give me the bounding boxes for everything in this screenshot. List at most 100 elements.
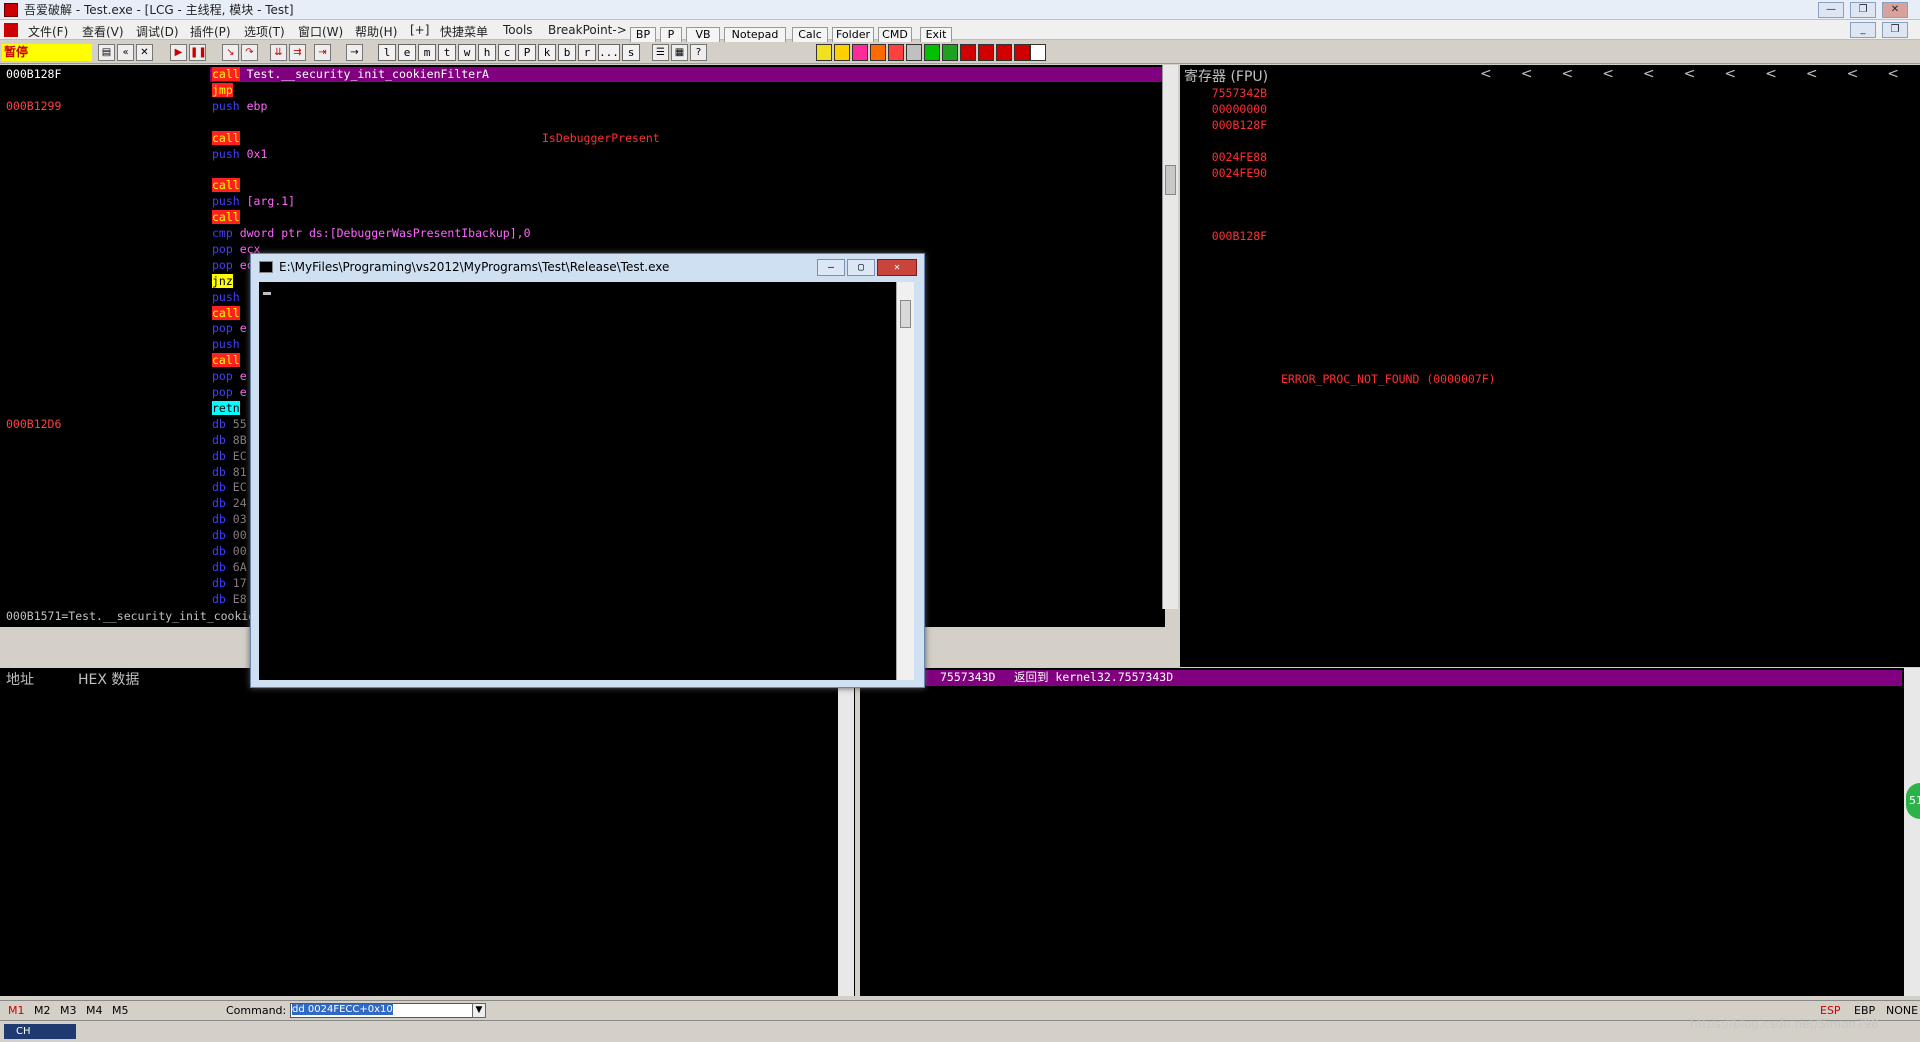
console-output[interactable] bbox=[259, 282, 896, 680]
goto-icon[interactable]: → bbox=[346, 44, 363, 61]
stack-row[interactable]: 0024FEC4 77354DCD SE处理程序 bbox=[862, 908, 1902, 925]
menu-view[interactable]: 查看(V) bbox=[82, 23, 124, 40]
memory-tab-m4[interactable]: M4 bbox=[86, 1004, 103, 1017]
cpu-row[interactable]: 000B12AE |. FF75 08 push [arg.1] bbox=[0, 194, 1165, 210]
register-nav-arrows[interactable]: <<<<<<<<<<<<< bbox=[1480, 66, 1920, 82]
menu-window[interactable]: 窗口(W) bbox=[298, 23, 343, 40]
console-close-button[interactable]: ✕ bbox=[877, 259, 917, 276]
cpu-row[interactable]: 000B12B1 |. E8 4C050000 call Test.__crtUnha… bbox=[0, 210, 1165, 226]
pause-icon[interactable]: ❚❚ bbox=[189, 44, 207, 61]
plugin-icon-6[interactable] bbox=[906, 44, 922, 61]
list-icon[interactable]: ☰ bbox=[652, 44, 669, 61]
stack-row[interactable]: 0024FE98 7EFDE000 bbox=[862, 733, 1902, 750]
menu-options[interactable]: 选项(T) bbox=[244, 23, 285, 40]
quick-cmd-button[interactable]: CMD bbox=[878, 27, 912, 43]
dump-scrollbar[interactable] bbox=[838, 688, 854, 996]
memory-tab-m5[interactable]: M5 bbox=[112, 1004, 129, 1017]
console-scrollbar-thumb[interactable] bbox=[900, 300, 911, 328]
command-input[interactable]: dd 0024FECC+0x10 bbox=[290, 1003, 485, 1018]
menu-shortcuts[interactable]: 快捷菜单 bbox=[440, 23, 488, 40]
run-trace-button[interactable]: ... bbox=[598, 44, 620, 61]
quick-p-button[interactable]: P bbox=[660, 27, 682, 43]
maximize-button[interactable]: ❐ bbox=[1850, 2, 1876, 18]
stack-row[interactable]: 0024FEC8 01980757 bbox=[862, 924, 1902, 941]
close-program-icon[interactable]: ✕ bbox=[136, 44, 153, 61]
plugin-icon-5[interactable] bbox=[888, 44, 904, 61]
menu-plugins[interactable]: 插件(P) bbox=[190, 23, 231, 40]
stack-row[interactable]: 0024FEB0 77157C7F 返回到 ntdll.77157C7F 来自 nt… bbox=[862, 829, 1902, 845]
follow-none-button[interactable]: NONE bbox=[1886, 1004, 1918, 1017]
memory-tab-m2[interactable]: M2 bbox=[34, 1004, 51, 1017]
threads-window-button[interactable]: t bbox=[438, 44, 456, 61]
plugin-icon-2[interactable] bbox=[834, 44, 850, 61]
plugin-icon-11[interactable] bbox=[996, 44, 1012, 61]
menu-file[interactable]: 文件(F) bbox=[28, 23, 68, 40]
plugin-icon-1[interactable] bbox=[816, 44, 832, 61]
handles-window-button[interactable]: h bbox=[478, 44, 496, 61]
close-button[interactable]: ✕ bbox=[1882, 2, 1908, 18]
cpu-row[interactable]: 000B129A |. 8BEC mov ebp,esp bbox=[0, 115, 1165, 131]
menu-plus[interactable]: [+] bbox=[410, 23, 429, 37]
plugin-icon-12[interactable] bbox=[1014, 44, 1030, 61]
plugin-icon-4[interactable] bbox=[870, 44, 886, 61]
memory-window-button[interactable]: m bbox=[418, 44, 436, 61]
references-window-button[interactable]: r bbox=[578, 44, 596, 61]
menu-help[interactable]: 帮助(H) bbox=[355, 23, 397, 40]
help-icon[interactable]: ? bbox=[690, 44, 707, 61]
plugin-icon-8[interactable] bbox=[942, 44, 958, 61]
console-scrollbar[interactable] bbox=[896, 282, 914, 680]
stack-row[interactable]: 0024FEB8 0024FE9C bbox=[862, 860, 1902, 877]
memory-tab-m1[interactable]: M1 bbox=[8, 1004, 25, 1017]
stack-row[interactable]: 0024FED0 0024FEE8 bbox=[862, 956, 1902, 973]
plugin-icon-10[interactable] bbox=[978, 44, 994, 61]
mdi-minimize-button[interactable]: _ bbox=[1850, 22, 1876, 38]
stack-row[interactable]: 0024FE9C 768C3FC7 bbox=[862, 749, 1902, 766]
follow-esp-button[interactable]: ESP bbox=[1820, 1004, 1841, 1017]
quick-bp-button[interactable]: BP bbox=[630, 27, 656, 43]
console-minimize-button[interactable]: — bbox=[817, 259, 845, 276]
breakpoints-window-button[interactable]: b bbox=[558, 44, 576, 61]
mdi-restore-button[interactable]: ❐ bbox=[1882, 22, 1908, 38]
stack-scrollbar[interactable] bbox=[1904, 668, 1920, 996]
memory-tab-m3[interactable]: M3 bbox=[60, 1004, 77, 1017]
cpu-row[interactable]: 000B128F $ E8 DD020000 call Test.__security… bbox=[0, 67, 1165, 83]
quick-exit-button[interactable]: Exit bbox=[920, 27, 952, 43]
plugin-icon-13[interactable] bbox=[1030, 44, 1046, 61]
options-icon[interactable]: ▦ bbox=[671, 44, 688, 61]
plugin-icon-7[interactable] bbox=[924, 44, 940, 61]
stack-row[interactable]: 0024FE94 77319802 返回到 ntdll_1n.77319802 bbox=[862, 717, 1902, 734]
patches-window-button[interactable]: P bbox=[518, 44, 536, 61]
console-maximize-button[interactable]: ▢ bbox=[847, 259, 875, 276]
stack-row[interactable]: 0024FEA0 00000000 bbox=[862, 765, 1902, 782]
windows-window-button[interactable]: w bbox=[458, 44, 476, 61]
minimize-button[interactable]: — bbox=[1818, 2, 1844, 18]
plugin-icon-9[interactable] bbox=[960, 44, 976, 61]
stack-row[interactable]: 0024FEA4 00000000 bbox=[862, 781, 1902, 798]
restart-icon[interactable]: « bbox=[117, 44, 134, 61]
stack-row[interactable]: 0024FEC0 FFFFFFFF SEH 链尾部 bbox=[862, 892, 1902, 909]
cpu-row[interactable]: 000B12A4 |. A3 54330B00 mov dword ptr ds:[D… bbox=[0, 162, 1165, 178]
cpu-scrollbar[interactable] bbox=[1162, 65, 1178, 609]
cpu-scrollbar-thumb[interactable] bbox=[1165, 165, 1176, 195]
ime-indicator[interactable]: CH bbox=[4, 1024, 76, 1039]
menu-breakpoint[interactable]: BreakPoint-> bbox=[548, 23, 627, 37]
modules-window-button[interactable]: e bbox=[398, 44, 416, 61]
stack-row[interactable]: 0024FEA8 7EFDE000 bbox=[862, 797, 1902, 814]
stack-row[interactable]: 0024FEAC 00000000 bbox=[862, 813, 1902, 829]
step-over-icon[interactable]: ↷ bbox=[241, 44, 258, 61]
side-badge[interactable]: 51 bbox=[1906, 783, 1920, 819]
cpu-row[interactable]: 000B1299 r$ 55 push ebp bbox=[0, 99, 1165, 115]
trace-over-icon[interactable]: ⇉ bbox=[289, 44, 306, 61]
quick-vb-button[interactable]: VB bbox=[686, 27, 720, 43]
cpu-row[interactable]: 000B1294 .^ E9 91FEFFFF jmp Test.__tmainCRT… bbox=[0, 82, 1165, 99]
cpu-row[interactable]: 000B129C |. FF15 14200B00 call dword ptr ds… bbox=[0, 130, 1165, 147]
execute-till-return-icon[interactable]: ⇥ bbox=[314, 44, 331, 61]
cpu-row[interactable]: 000B12A9 |. E8 4E050000 call Test._crt_debu… bbox=[0, 178, 1165, 194]
stack-row[interactable]: 0024FE90 0024FED0 bbox=[862, 701, 1902, 718]
trace-into-icon[interactable]: ⇊ bbox=[270, 44, 287, 61]
stack-row[interactable]: 0024FEBC 00000000 bbox=[862, 876, 1902, 893]
stack-row[interactable]: 0024FEB4 00000000 bbox=[862, 844, 1902, 861]
menu-tools[interactable]: Tools bbox=[503, 23, 533, 37]
log-window-button[interactable]: l bbox=[378, 44, 396, 61]
menu-debug[interactable]: 调试(D) bbox=[136, 23, 179, 40]
